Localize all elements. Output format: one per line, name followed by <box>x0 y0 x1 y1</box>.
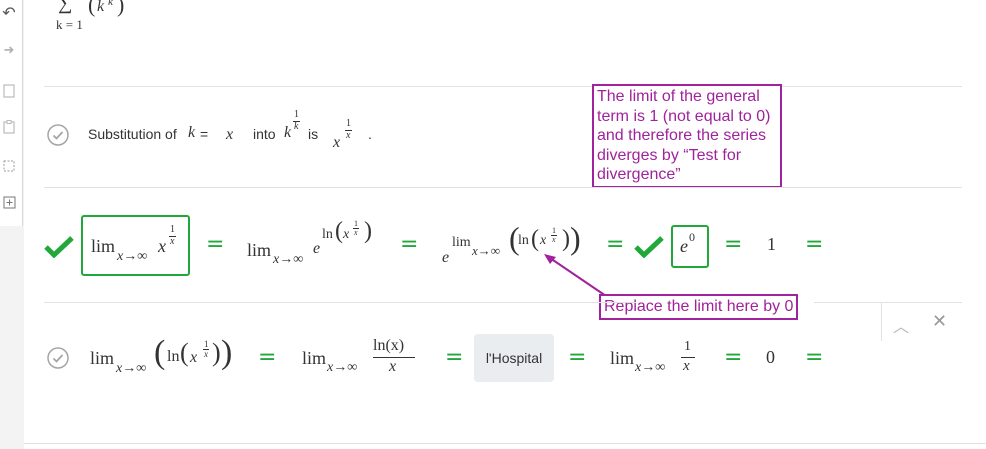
equals-sign: = <box>206 232 225 257</box>
step3-x: x <box>540 233 547 248</box>
x-variable: x <box>190 349 198 366</box>
exp-den: x <box>204 349 208 359</box>
close-icon[interactable]: ✕ <box>932 311 947 332</box>
step1-exp-den: x <box>170 236 175 247</box>
step3-e: e <box>442 249 450 266</box>
note-replace-limit: Replace the limit here by 0 <box>599 294 799 320</box>
green-check-icon <box>634 236 664 258</box>
substitution-is: is <box>308 126 319 142</box>
lim-subscript: x→∞ <box>327 360 358 375</box>
equals-sign: = <box>724 345 743 370</box>
insert-icon[interactable] <box>1 196 17 212</box>
step2-ln: ln <box>322 227 333 242</box>
big-paren-close: ) <box>221 334 233 371</box>
paren-close: ) <box>364 218 372 244</box>
paren-close: ) <box>212 338 221 367</box>
divider <box>814 302 962 303</box>
sum-symbol: ∑ <box>58 0 73 14</box>
substitution-result-base: x <box>333 134 341 151</box>
sum-term-exponent: k <box>108 0 113 8</box>
sum-term-base: k <box>97 0 105 15</box>
copy-icon[interactable] <box>1 84 17 100</box>
substitution-expr-base: k <box>284 124 292 141</box>
exp-num: 1 <box>204 339 209 349</box>
fraction-denominator: x <box>389 358 397 375</box>
sum-lower-limit: k = 1 <box>56 17 83 32</box>
substitution-result-exp-num: 1 <box>346 118 351 129</box>
redo-icon[interactable]: ➜ <box>1 42 17 58</box>
green-check-icon <box>44 236 74 258</box>
equals-sign: = <box>445 345 464 370</box>
substitution-var: k <box>188 124 196 141</box>
lim-label: lim <box>91 236 116 256</box>
equals-sign: = <box>805 232 824 257</box>
lim-subscript: x→∞ <box>273 252 304 267</box>
sum-close-paren: ) <box>117 0 125 17</box>
select-icon[interactable] <box>1 160 17 176</box>
note-divergence: The limit of the general term is 1 (not … <box>592 84 782 188</box>
left-toolbar: ↶ ➜ <box>0 0 23 226</box>
lim-label: lim <box>247 240 272 260</box>
substitution-result-exp-den: x <box>346 130 351 141</box>
panel-bottom-border <box>24 443 986 444</box>
check-circle-icon[interactable] <box>47 347 69 369</box>
step2-e: e <box>313 240 321 257</box>
substitution-into: into <box>253 126 276 142</box>
exp-num: 1 <box>552 226 556 235</box>
arrow-icon <box>544 254 607 297</box>
value-zero: 0 <box>766 347 775 367</box>
divider <box>44 187 962 188</box>
lhospital-button[interactable]: l'Hospital <box>474 334 554 382</box>
fraction-denominator: x <box>683 358 690 374</box>
e0-exponent: 0 <box>689 230 695 244</box>
substitution-expr-exp-den: k <box>294 121 299 132</box>
step1-base: x <box>158 236 166 256</box>
lim-label: lim <box>452 235 471 250</box>
paren-open: ( <box>531 226 539 252</box>
fraction-numerator: 1 <box>684 339 691 354</box>
substitution-period: . <box>368 126 372 142</box>
lim-subscript: x→∞ <box>472 243 501 258</box>
undo-icon[interactable]: ↶ <box>1 6 17 22</box>
sum-open-paren: ( <box>88 0 96 17</box>
substitution-eq: = <box>200 126 209 142</box>
value-one: 1 <box>767 234 776 254</box>
paren-open: ( <box>335 218 343 244</box>
ln-label: ln <box>167 348 180 365</box>
e0-base: e <box>680 236 688 256</box>
divider <box>881 303 882 341</box>
exp-den: x <box>354 228 358 237</box>
divider <box>44 302 636 303</box>
exp-num: 1 <box>354 219 358 228</box>
divider <box>44 86 962 87</box>
step3-ln: ln <box>518 233 529 248</box>
equals-sign: = <box>258 345 277 370</box>
lim-label: lim <box>302 348 327 368</box>
big-paren-open: ( <box>154 334 166 371</box>
exp-den: x <box>552 235 556 244</box>
paste-icon[interactable] <box>1 120 17 136</box>
substitution-value: x <box>226 126 234 143</box>
equals-sign: = <box>724 232 743 257</box>
fraction-numerator: ln(x) <box>373 337 405 354</box>
equals-sign: = <box>400 232 419 257</box>
lim-subscript: x→∞ <box>635 360 666 375</box>
chevron-up-icon[interactable]: ︿ <box>893 313 909 337</box>
lim-subscript: x→∞ <box>116 361 147 376</box>
paren-open: ( <box>180 338 189 367</box>
step2-x: x <box>343 227 350 242</box>
equals-sign: = <box>568 345 587 370</box>
lim-label: lim <box>90 348 115 368</box>
substitution-prefix: Substitution of <box>88 126 177 142</box>
step1-exp-num: 1 <box>170 224 175 235</box>
equals-sign: = <box>805 345 824 370</box>
lim-label: lim <box>610 348 635 368</box>
lim-subscript: x→∞ <box>117 249 148 264</box>
check-circle-icon[interactable] <box>47 124 69 146</box>
substitution-expr-exp-num: 1 <box>294 109 299 120</box>
paren-close: ) <box>562 226 570 252</box>
